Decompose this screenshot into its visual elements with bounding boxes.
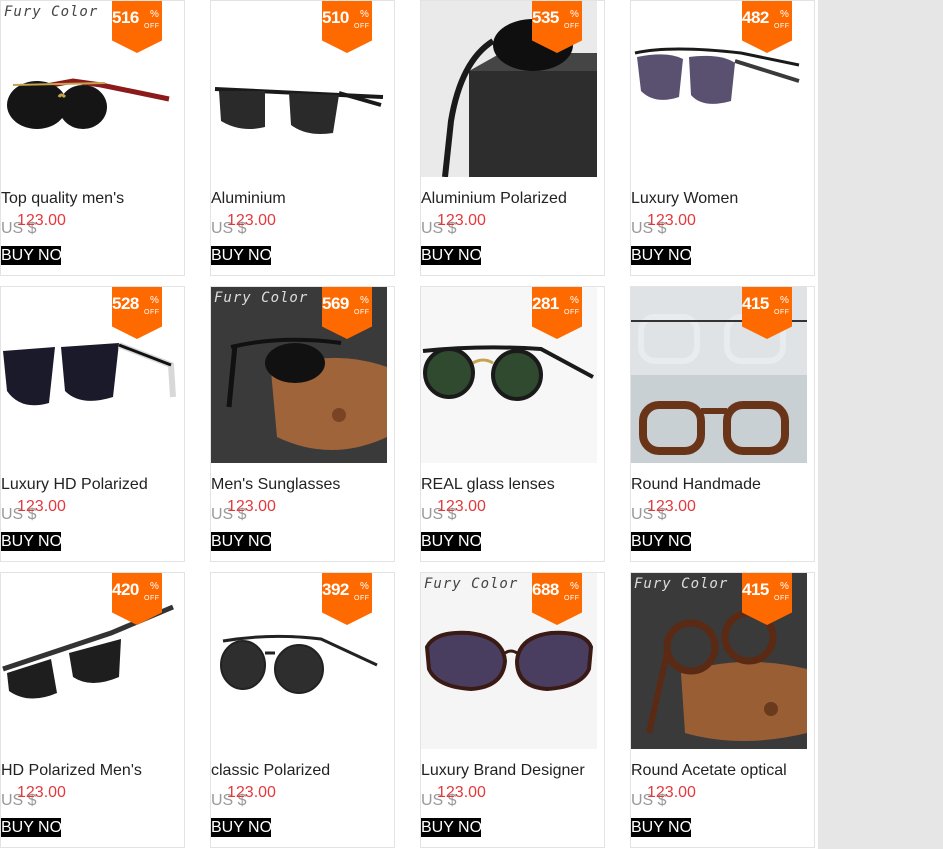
product-card[interactable]: Fury Color 516 % OFF Top quality men's U… (0, 0, 185, 276)
product-title[interactable]: Aluminium Polarized (421, 190, 604, 208)
buy-now-button[interactable]: BUY NOW (1, 532, 61, 551)
discount-off: OFF (354, 595, 370, 602)
product-price: 123.00 (17, 784, 66, 801)
discount-off: OFF (774, 309, 790, 316)
discount-value: 569 (322, 294, 349, 313)
product-price: 123.00 (227, 212, 276, 229)
product-title[interactable]: Luxury Brand Designer (421, 762, 604, 780)
discount-value: 482 (742, 8, 769, 27)
product-price: 123.00 (437, 212, 486, 229)
product-card[interactable]: 510 % OFF Aluminium US $ 123.00 BUY NOW (210, 0, 395, 276)
discount-off: OFF (354, 309, 370, 316)
discount-percent: % (360, 9, 369, 20)
product-title[interactable]: Men's Sunglasses (211, 476, 394, 494)
product-card[interactable]: 420 % OFF HD Polarized Men's US $ 123.00… (0, 572, 185, 848)
discount-value: 688 (532, 580, 559, 599)
discount-value: 281 (532, 294, 559, 313)
product-price: 123.00 (17, 212, 66, 229)
discount-off: OFF (564, 23, 580, 30)
buy-now-button[interactable]: BUY NOW (1, 246, 61, 265)
product-price: 123.00 (437, 784, 486, 801)
discount-value: 516 (112, 8, 139, 27)
discount-percent: % (360, 295, 369, 306)
discount-percent: % (150, 581, 159, 592)
discount-percent: % (150, 295, 159, 306)
product-title[interactable]: Round Handmade (631, 476, 814, 494)
discount-percent: % (780, 295, 789, 306)
product-card[interactable]: 392 % OFF classic Polarized US $ 123.00 … (210, 572, 395, 848)
discount-percent: % (780, 581, 789, 592)
discount-value: 415 (742, 294, 769, 313)
discount-percent: % (570, 295, 579, 306)
discount-value: 420 (112, 580, 139, 599)
product-price: 123.00 (17, 498, 66, 515)
discount-value: 535 (532, 8, 559, 27)
discount-percent: % (150, 9, 159, 20)
discount-value: 528 (112, 294, 139, 313)
product-card[interactable]: 482 % OFF Luxury Women US $ 123.00 BUY N… (630, 0, 815, 276)
product-card[interactable]: Fury Color 688 % OFF Luxury Brand Design… (420, 572, 605, 848)
discount-off: OFF (564, 595, 580, 602)
product-price: 123.00 (647, 212, 696, 229)
discount-off: OFF (144, 23, 160, 30)
product-card[interactable]: 415 % OFF Round Handmade US $ 123.00 BUY… (630, 286, 815, 562)
discount-value: 415 (742, 580, 769, 599)
brand-watermark: Fury Color (214, 290, 309, 306)
buy-now-button[interactable]: BUY NOW (211, 532, 271, 551)
buy-now-button[interactable]: BUY NOW (1, 818, 61, 837)
discount-off: OFF (564, 309, 580, 316)
product-price: 123.00 (227, 784, 276, 801)
discount-off: OFF (774, 23, 790, 30)
discount-percent: % (780, 9, 789, 20)
discount-off: OFF (144, 309, 160, 316)
brand-watermark: Fury Color (4, 4, 99, 20)
brand-watermark: Fury Color (424, 576, 519, 592)
product-title[interactable]: Top quality men's (1, 190, 184, 208)
discount-value: 392 (322, 580, 349, 599)
product-price: 123.00 (437, 498, 486, 515)
product-card[interactable]: 535 % OFF Aluminium Polarized US $ 123.0… (420, 0, 605, 276)
product-title[interactable]: Aluminium (211, 190, 394, 208)
product-price: 123.00 (227, 498, 276, 515)
product-card[interactable]: 528 % OFF Luxury HD Polarized US $ 123.0… (0, 286, 185, 562)
buy-now-button[interactable]: BUY NOW (631, 532, 691, 551)
discount-percent: % (570, 9, 579, 20)
buy-now-button[interactable]: BUY NOW (211, 246, 271, 265)
buy-now-button[interactable]: BUY NOW (421, 818, 481, 837)
product-title[interactable]: Round Acetate optical (631, 762, 814, 780)
discount-off: OFF (144, 595, 160, 602)
buy-now-button[interactable]: BUY NOW (631, 246, 691, 265)
buy-now-button[interactable]: BUY NOW (631, 818, 691, 837)
product-title[interactable]: Luxury HD Polarized (1, 476, 184, 494)
product-card[interactable]: Fury Color 415 % OFF Round Acetate optic… (630, 572, 815, 848)
buy-now-button[interactable]: BUY NOW (421, 246, 481, 265)
discount-percent: % (360, 581, 369, 592)
product-card[interactable]: 281 % OFF REAL glass lenses US $ 123.00 … (420, 286, 605, 562)
product-price: 123.00 (647, 784, 696, 801)
buy-now-button[interactable]: BUY NOW (421, 532, 481, 551)
page-gutter (818, 0, 943, 849)
buy-now-button[interactable]: BUY NOW (211, 818, 271, 837)
brand-watermark: Fury Color (634, 576, 729, 592)
product-title[interactable]: classic Polarized (211, 762, 394, 780)
discount-off: OFF (354, 23, 370, 30)
product-title[interactable]: HD Polarized Men's (1, 762, 184, 780)
discount-off: OFF (774, 595, 790, 602)
product-title[interactable]: REAL glass lenses (421, 476, 604, 494)
product-title[interactable]: Luxury Women (631, 190, 814, 208)
discount-percent: % (570, 581, 579, 592)
discount-value: 510 (322, 8, 349, 27)
product-price: 123.00 (647, 498, 696, 515)
product-card[interactable]: Fury Color 569 % OFF Men's Sunglasses US… (210, 286, 395, 562)
